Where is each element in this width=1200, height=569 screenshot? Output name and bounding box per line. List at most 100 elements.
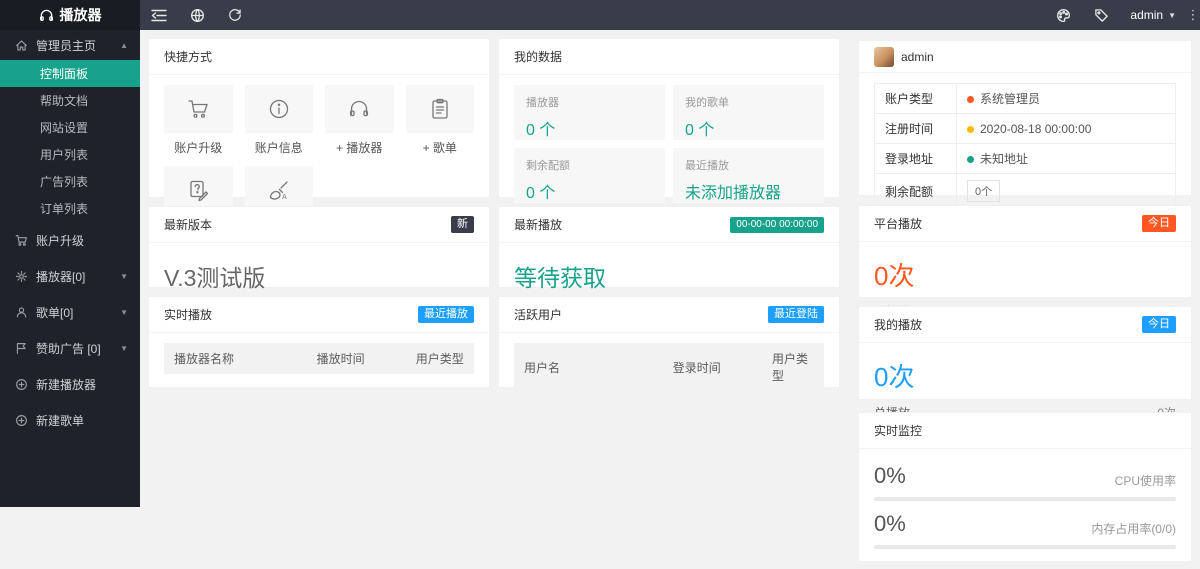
latest-version-card: 最新版本 新 V.3测试版 [148, 206, 490, 291]
shortcut-label: 账户升级 [174, 141, 223, 155]
column-header: 用户类型 [405, 343, 474, 374]
column-header: 登录时间 [662, 343, 762, 391]
card-header: 最新播放 00-00-00 00:00:00 [499, 207, 839, 243]
stat-value: 0 个 [526, 185, 556, 202]
stat-my-songlists: 我的歌单 0 个 [673, 85, 824, 140]
sidebar-item-label: 控制面板 [40, 67, 89, 81]
sidebar-item-songlists[interactable]: 歌单[0] ▼ [0, 294, 140, 330]
card-title: 快捷方式 [164, 50, 213, 64]
app-title: 播放器 [59, 7, 102, 23]
stat-label: 播放器 [526, 97, 559, 109]
sidebar-item-label: 订单列表 [40, 202, 89, 216]
card-header: 快捷方式 [149, 39, 489, 75]
sidebar-submenu: 控制面板 帮助文档 网站设置 用户列表 广告列表 订单列表 [0, 60, 140, 222]
more-menu-button[interactable]: ⋮ [1186, 7, 1200, 23]
sidebar-item-site-settings[interactable]: 网站设置 [0, 114, 140, 141]
card-title: 最新播放 [514, 218, 563, 232]
tag-icon [1095, 8, 1108, 22]
clipboard-icon [405, 85, 474, 133]
globe-icon [190, 8, 204, 22]
stat-remaining-quota: 剩余配额 0 个 [514, 148, 665, 203]
memory-label: 内存占用率(0/0) [1091, 522, 1176, 536]
column-header: 用户类型 [761, 343, 824, 391]
row-label: 登录地址 [874, 143, 957, 174]
cpu-value: 0% [874, 463, 906, 488]
card-title: 平台播放 [874, 217, 923, 231]
sidebar-item-admin-home[interactable]: 管理员主页 ▲ [0, 30, 140, 60]
row-label: 账户类型 [874, 83, 957, 114]
globe-button[interactable] [178, 0, 216, 30]
chevron-down-icon: ▼ [120, 343, 128, 353]
sidebar-item-players[interactable]: 播放器[0] ▼ [0, 258, 140, 294]
stat-label: 剩余配额 [526, 160, 570, 172]
sidebar-item-label: 歌单[0] [36, 305, 74, 320]
stat-value: 未添加播放器 [685, 185, 782, 202]
sidebar-item-account-upgrade[interactable]: 账户升级 [0, 222, 140, 258]
sidebar-item-sponsor-ads[interactable]: 赞助广告 [0] ▼ [0, 330, 140, 366]
row-value: 未知地址 [980, 152, 1029, 166]
sidebar-item-control-panel[interactable]: 控制面板 [0, 60, 140, 87]
stat-value: 0 个 [526, 122, 556, 139]
my-data-grid: 播放器 0 个 我的歌单 0 个 剩余配额 0 个 最近播放 未添加播放器 [514, 85, 824, 203]
my-data-card: 我的数据 播放器 0 个 我的歌单 0 个 剩余配额 0 个 最近播放 未添加播… [498, 38, 840, 203]
realtime-play-table: 播放器名称 播放时间 用户类型 [164, 343, 474, 374]
sidebar-collapse-icon [151, 9, 167, 21]
recent-play-badge[interactable]: 最近播放 [418, 305, 474, 324]
shortcut-add-songlist[interactable]: + 歌单 [405, 85, 474, 156]
card-header: 最新版本 新 [149, 207, 489, 243]
sidebar-item-label: 账户升级 [36, 233, 85, 248]
row-value: 2020-08-18 00:00:00 [980, 121, 1092, 136]
row-value: 系统管理员 [980, 92, 1041, 106]
refresh-button[interactable] [216, 0, 254, 30]
row-label: 剩余配额 [874, 173, 957, 209]
quota-value: 0个 [967, 180, 1001, 202]
tag-button[interactable] [1082, 0, 1120, 30]
sidebar-item-label: 播放器[0] [36, 269, 86, 284]
user-menu[interactable]: admin ▼ [1120, 0, 1186, 30]
sidebar-item-new-player[interactable]: 新建播放器 [0, 366, 140, 402]
chevron-down-icon: ▼ [120, 271, 128, 281]
sidebar-item-new-songlist[interactable]: 新建歌单 [0, 402, 140, 438]
realtime-play-card: 实时播放 最近播放 播放器名称 播放时间 用户类型 [148, 296, 490, 388]
status-dot [967, 125, 974, 133]
card-header: 实时播放 最近播放 [149, 297, 489, 333]
card-title: 活跃用户 [514, 308, 563, 322]
card-title: 实时播放 [164, 308, 213, 322]
gear-icon [14, 269, 28, 283]
username: admin [1130, 8, 1164, 22]
info-circle-icon [244, 85, 313, 133]
column-header: 播放器名称 [164, 343, 307, 374]
monitor-card: 实时监控 0% CPU使用率 0% 内存占用率(0/0) [858, 412, 1192, 562]
profile-table: 账户类型 系统管理员 注册时间 2020-08-18 00:00:00 登录地址… [874, 83, 1176, 209]
sidebar-item-ad-list[interactable]: 广告列表 [0, 168, 140, 195]
sidebar: 播放器 管理员主页 ▲ 控制面板 帮助文档 网站设置 用户列表 广告列表 订单列… [0, 0, 140, 507]
cpu-label: CPU使用率 [1114, 474, 1176, 488]
sidebar-item-order-list[interactable]: 订单列表 [0, 195, 140, 222]
memory-metric: 0% 内存占用率(0/0) [874, 511, 1176, 537]
shortcut-add-player[interactable]: + 播放器 [325, 85, 394, 156]
sidebar-item-help-docs[interactable]: 帮助文档 [0, 87, 140, 114]
shortcut-account-upgrade[interactable]: 账户升级 [164, 85, 233, 156]
status-dot [967, 156, 974, 164]
column-header: 用户名 [514, 343, 663, 391]
card-body: 播放器 0 个 我的歌单 0 个 剩余配额 0 个 最近播放 未添加播放器 [499, 75, 839, 213]
sidebar-item-label: 网站设置 [40, 121, 89, 135]
sidebar-item-user-list[interactable]: 用户列表 [0, 141, 140, 168]
card-header: 活跃用户 最近登陆 [499, 297, 839, 333]
card-header: 平台播放 今日 [859, 206, 1191, 242]
shortcut-account-info[interactable]: 账户信息 [244, 85, 313, 156]
sidebar-item-label: 用户列表 [40, 148, 89, 162]
sidebar-collapse-button[interactable] [140, 0, 178, 30]
sidebar-item-label: 管理员主页 [36, 38, 97, 53]
app-logo[interactable]: 播放器 [0, 0, 140, 30]
user-icon [14, 305, 28, 319]
cart-icon [164, 85, 233, 133]
my-play-card: 我的播放 今日 0次 总播放 0次 [858, 306, 1192, 420]
stat-label: 最近播放 [685, 160, 729, 172]
row-label: 注册时间 [874, 113, 957, 144]
plus-circle-icon [14, 413, 28, 427]
theme-button[interactable] [1044, 0, 1082, 30]
cpu-metric: 0% CPU使用率 [874, 463, 1176, 489]
recent-login-badge[interactable]: 最近登陆 [768, 305, 824, 324]
new-badge: 新 [451, 215, 474, 234]
